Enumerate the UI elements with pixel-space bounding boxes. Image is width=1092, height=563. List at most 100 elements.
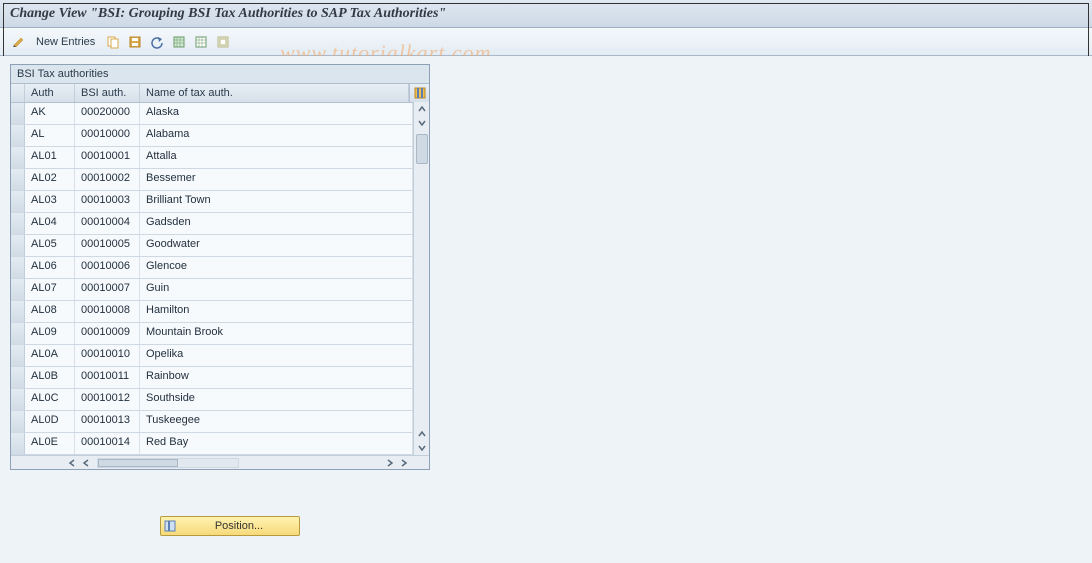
col-header-auth[interactable]: Auth xyxy=(25,84,75,102)
cell-bsi[interactable]: 00010006 xyxy=(75,257,140,278)
cell-bsi[interactable]: 00010008 xyxy=(75,301,140,322)
cell-auth[interactable]: AL xyxy=(25,125,75,146)
row-selector[interactable] xyxy=(11,411,25,432)
table-row[interactable]: AL0300010003Brilliant Town xyxy=(11,191,429,213)
cell-auth[interactable]: AL09 xyxy=(25,323,75,344)
table-row[interactable]: AL0500010005Goodwater xyxy=(11,235,429,257)
hscroll-track[interactable] xyxy=(97,458,239,468)
cell-name[interactable]: Brilliant Town xyxy=(140,191,413,212)
cell-auth[interactable]: AL08 xyxy=(25,301,75,322)
cell-name[interactable]: Tuskeegee xyxy=(140,411,413,432)
position-button[interactable]: Position... xyxy=(160,516,300,536)
cell-name[interactable]: Southside xyxy=(140,389,413,410)
hscroll-left-icon[interactable] xyxy=(79,457,93,469)
cell-auth[interactable]: AL03 xyxy=(25,191,75,212)
row-selector[interactable] xyxy=(11,367,25,388)
cell-name[interactable]: Opelika xyxy=(140,345,413,366)
cell-bsi[interactable]: 00010005 xyxy=(75,235,140,256)
row-selector[interactable] xyxy=(11,213,25,234)
row-selector[interactable] xyxy=(11,323,25,344)
cell-bsi[interactable]: 00010009 xyxy=(75,323,140,344)
cell-auth[interactable]: AL07 xyxy=(25,279,75,300)
table-row[interactable]: AL0800010008Hamilton xyxy=(11,301,429,323)
cell-name[interactable]: Bessemer xyxy=(140,169,413,190)
cell-name[interactable]: Goodwater xyxy=(140,235,413,256)
cell-bsi[interactable]: 00010013 xyxy=(75,411,140,432)
table-row[interactable]: AL0D00010013Tuskeegee xyxy=(11,411,429,433)
scroll-down-icon[interactable] xyxy=(415,441,429,455)
table-settings-button[interactable] xyxy=(409,84,429,102)
row-selector[interactable] xyxy=(11,169,25,190)
row-selector[interactable] xyxy=(11,191,25,212)
table-row[interactable]: AL0C00010012Southside xyxy=(11,389,429,411)
cell-name[interactable]: Mountain Brook xyxy=(140,323,413,344)
row-selector[interactable] xyxy=(11,125,25,146)
table-row[interactable]: AL00010000Alabama xyxy=(11,125,429,147)
row-selector[interactable] xyxy=(11,257,25,278)
scroll-up-icon[interactable] xyxy=(415,102,429,116)
cell-bsi[interactable]: 00010004 xyxy=(75,213,140,234)
row-selector[interactable] xyxy=(11,345,25,366)
select-all-button[interactable] xyxy=(169,32,189,52)
deselect-all-button[interactable] xyxy=(191,32,211,52)
row-selector[interactable] xyxy=(11,235,25,256)
table-row[interactable]: AL0700010007Guin xyxy=(11,279,429,301)
table-row[interactable]: AL0B00010011Rainbow xyxy=(11,367,429,389)
hscroll-right-icon[interactable] xyxy=(383,457,397,469)
cell-bsi[interactable]: 00010014 xyxy=(75,433,140,454)
cell-auth[interactable]: AL0E xyxy=(25,433,75,454)
scroll-up-end-icon[interactable] xyxy=(415,427,429,441)
cell-auth[interactable]: AL04 xyxy=(25,213,75,234)
table-row[interactable]: AL0600010006Glencoe xyxy=(11,257,429,279)
toggle-edit-button[interactable] xyxy=(8,32,28,52)
cell-bsi[interactable]: 00010002 xyxy=(75,169,140,190)
cell-name[interactable]: Alaska xyxy=(140,103,413,124)
row-selector[interactable] xyxy=(11,301,25,322)
cell-auth[interactable]: AL01 xyxy=(25,147,75,168)
cell-auth[interactable]: AL0D xyxy=(25,411,75,432)
cell-bsi[interactable]: 00010003 xyxy=(75,191,140,212)
cell-auth[interactable]: AK xyxy=(25,103,75,124)
cell-bsi[interactable]: 00020000 xyxy=(75,103,140,124)
table-row[interactable]: AL0A00010010Opelika xyxy=(11,345,429,367)
row-selector[interactable] xyxy=(11,433,25,454)
cell-auth[interactable]: AL06 xyxy=(25,257,75,278)
undo-button[interactable] xyxy=(147,32,167,52)
cell-name[interactable]: Guin xyxy=(140,279,413,300)
horizontal-scrollbar[interactable] xyxy=(11,455,429,469)
cell-name[interactable]: Gadsden xyxy=(140,213,413,234)
cell-auth[interactable]: AL0B xyxy=(25,367,75,388)
cell-auth[interactable]: AL0C xyxy=(25,389,75,410)
vertical-scrollbar[interactable] xyxy=(413,102,429,455)
cell-name[interactable]: Alabama xyxy=(140,125,413,146)
table-row[interactable]: AL0200010002Bessemer xyxy=(11,169,429,191)
cell-name[interactable]: Attalla xyxy=(140,147,413,168)
cell-name[interactable]: Red Bay xyxy=(140,433,413,454)
cell-auth[interactable]: AL02 xyxy=(25,169,75,190)
cell-bsi[interactable]: 00010011 xyxy=(75,367,140,388)
hscroll-thumb[interactable] xyxy=(98,459,178,467)
table-row[interactable]: AL0E00010014Red Bay xyxy=(11,433,429,455)
table-row[interactable]: AL0400010004Gadsden xyxy=(11,213,429,235)
cell-name[interactable]: Hamilton xyxy=(140,301,413,322)
row-selector-header[interactable] xyxy=(11,84,25,102)
row-selector[interactable] xyxy=(11,389,25,410)
row-selector[interactable] xyxy=(11,147,25,168)
new-entries-button[interactable]: New Entries xyxy=(30,32,101,52)
row-selector[interactable] xyxy=(11,279,25,300)
cell-bsi[interactable]: 00010010 xyxy=(75,345,140,366)
cell-name[interactable]: Rainbow xyxy=(140,367,413,388)
col-header-bsi[interactable]: BSI auth. xyxy=(75,84,140,102)
cell-bsi[interactable]: 00010007 xyxy=(75,279,140,300)
hscroll-last-icon[interactable] xyxy=(397,457,411,469)
save-button[interactable] xyxy=(125,32,145,52)
cell-bsi[interactable]: 00010001 xyxy=(75,147,140,168)
cell-bsi[interactable]: 00010000 xyxy=(75,125,140,146)
scroll-down-small-icon[interactable] xyxy=(415,116,429,130)
cell-auth[interactable]: AL0A xyxy=(25,345,75,366)
col-header-name[interactable]: Name of tax auth. xyxy=(140,84,409,102)
cell-auth[interactable]: AL05 xyxy=(25,235,75,256)
row-selector[interactable] xyxy=(11,103,25,124)
hscroll-first-icon[interactable] xyxy=(65,457,79,469)
table-row[interactable]: AL0100010001Attalla xyxy=(11,147,429,169)
